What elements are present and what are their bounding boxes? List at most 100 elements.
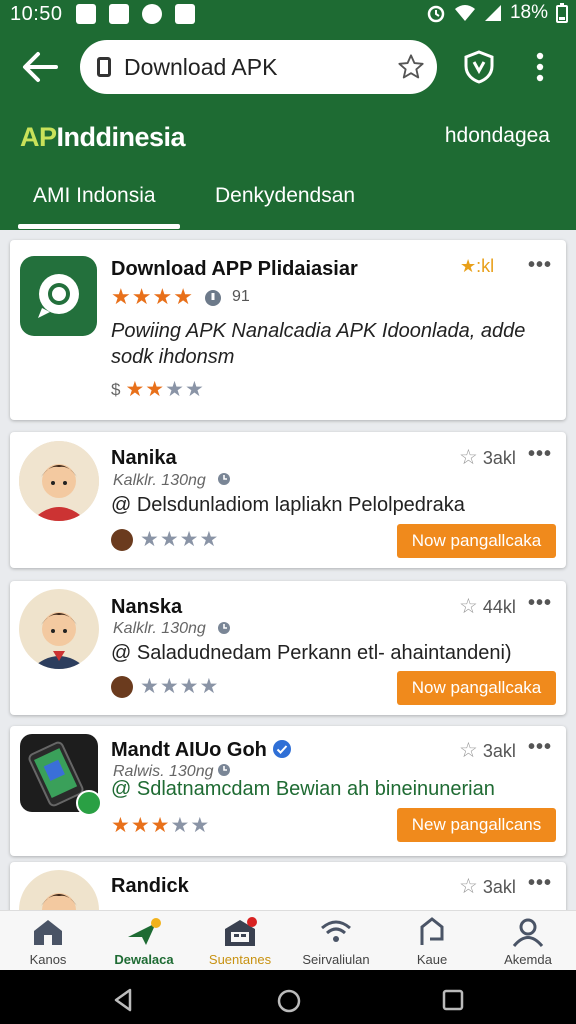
address-text[interactable]: Download APK xyxy=(124,54,397,81)
nav-dewalaca[interactable]: Dewalaca xyxy=(96,911,192,971)
alarm-icon xyxy=(427,5,445,23)
item-title[interactable]: Nanska xyxy=(111,596,182,619)
nav-label: Kaue xyxy=(416,952,448,967)
nav-kaue[interactable]: Kaue xyxy=(384,911,480,971)
user-avatar-small xyxy=(111,676,133,698)
tab-ami-indonsia[interactable]: AMI Indonsia xyxy=(33,184,156,208)
verified-check-icon xyxy=(273,740,292,758)
tag-icon xyxy=(420,917,444,945)
store-icon xyxy=(225,917,257,946)
brand-title: APInddinesia xyxy=(20,122,186,153)
header-link[interactable]: hdondagea xyxy=(445,124,550,148)
info-icon xyxy=(205,290,221,306)
system-navigation-bar xyxy=(0,970,576,1024)
app-icon xyxy=(20,256,97,336)
install-button[interactable]: New pangallcans xyxy=(397,808,556,842)
active-tab-indicator xyxy=(18,224,180,229)
avatar xyxy=(19,589,99,669)
system-recents-icon[interactable] xyxy=(442,989,464,1011)
nav-akemda[interactable]: Akemda xyxy=(480,911,576,971)
item-rating-top: ☆ 3akl xyxy=(459,875,516,898)
nav-label: Dewalaca xyxy=(114,952,174,967)
list-item[interactable]: Mandt AIUo Goh Ralwis. 130ng @ Sdlatnamc… xyxy=(10,726,566,856)
bottom-navigation: Kanos Dewalaca Suentanes Seirvaliulan Ka… xyxy=(0,910,576,971)
rating-label: 3akl xyxy=(482,448,516,468)
user-avatar-small xyxy=(111,529,133,551)
system-back-icon[interactable] xyxy=(112,988,134,1012)
message-icon xyxy=(108,4,129,24)
nav-label: Seirvaliulan xyxy=(302,952,370,967)
top-rating: ★:kl xyxy=(460,256,494,277)
item-rating: ★ ★ ★ ★ xyxy=(111,529,218,551)
item-rating-top: ☆ 3akl xyxy=(459,446,516,469)
rating-label: 3akl xyxy=(482,877,516,897)
item-description: @ Saladudnedam Perkann etl- ahaintandeni… xyxy=(111,642,512,664)
status-right: 18% xyxy=(426,2,568,24)
nav-home[interactable]: Kanos xyxy=(0,911,96,971)
overflow-dots-icon[interactable]: ••• xyxy=(528,736,552,759)
account-icon xyxy=(512,918,544,947)
item-title[interactable]: Nanika xyxy=(111,447,177,470)
status-time: 10:50 xyxy=(10,2,63,25)
item-rating-top: ☆ 3akl xyxy=(459,739,516,762)
avatar xyxy=(19,441,99,521)
rating-stars: ★ ★ ★ ★ xyxy=(111,284,193,309)
verified-badge-icon xyxy=(76,790,102,816)
list-item[interactable]: Nanika Kalklr. 130ng @ Delsdunladiom lap… xyxy=(10,432,566,568)
media-icon xyxy=(141,4,162,24)
item-description: @ Delsdunladiom lapliakn Pelolpedraka xyxy=(111,494,465,516)
nav-label: Kanos xyxy=(29,952,67,967)
bookmark-star-icon[interactable] xyxy=(397,53,425,81)
clock-icon xyxy=(218,473,230,485)
item-title[interactable]: Mandt AIUo Goh xyxy=(111,739,292,762)
more-menu-icon[interactable] xyxy=(532,52,548,82)
install-button[interactable]: Now pangallcaka xyxy=(397,524,556,558)
overflow-dots-icon[interactable]: ••• xyxy=(528,592,552,615)
shield-icon[interactable] xyxy=(463,50,495,84)
nav-label: Suentanes xyxy=(208,952,272,967)
overflow-dots-icon[interactable]: ••• xyxy=(528,872,552,895)
rating-label: 44kl xyxy=(482,597,516,617)
app-bar: Download APK APInddinesia hdondagea AMI … xyxy=(0,28,576,230)
nav-label: Akemda xyxy=(504,952,552,967)
item-title[interactable]: Randick xyxy=(111,875,189,898)
battery-percent: 18% xyxy=(509,2,548,23)
back-arrow-icon[interactable] xyxy=(20,50,60,84)
rating-label: 3akl xyxy=(482,741,516,761)
app-description-line1: Powiing APK Nanalcadia APK Idoonlada, ad… xyxy=(111,320,526,342)
home-icon xyxy=(34,920,62,945)
overflow-dots-icon[interactable]: ••• xyxy=(528,254,552,277)
wifi-icon xyxy=(321,920,351,942)
status-bar: 10:50 18% xyxy=(0,0,576,28)
item-rating-top: ☆ 44kl xyxy=(459,595,516,618)
item-description: @ Sdlatnamcdam Bewian ah bineinunerian xyxy=(111,778,495,800)
wifi-signal-icon xyxy=(454,5,475,21)
tab-denkydendsan[interactable]: Denkydendsan xyxy=(215,184,355,208)
tab-bar: AMI Indonsia Denkydendsan xyxy=(0,178,576,230)
rocket-icon xyxy=(128,918,161,945)
list-item[interactable]: Nanska Kalklr. 130ng @ Saladudnedam Perk… xyxy=(10,581,566,715)
clock-icon xyxy=(218,764,230,776)
install-button[interactable]: Now pangallcaka xyxy=(397,671,556,705)
app-title[interactable]: Download APP Plidaiasiar xyxy=(111,258,358,281)
page-icon xyxy=(97,57,111,77)
brand-accent: AP xyxy=(20,122,57,152)
check-icon xyxy=(174,4,195,24)
secondary-rating: $ ★ ★ ★ ★ xyxy=(111,378,204,401)
brand-rest: Inddinesia xyxy=(56,122,186,152)
app-icon xyxy=(20,734,102,816)
notification-icon xyxy=(75,4,96,24)
nav-seirvaliulan[interactable]: Seirvaliulan xyxy=(288,911,384,971)
address-bar[interactable]: Download APK xyxy=(80,40,437,94)
system-home-icon[interactable] xyxy=(276,988,302,1014)
item-rating: ★ ★ ★ ★ ★ xyxy=(111,814,210,837)
battery-icon xyxy=(556,3,568,23)
rating-prefix: $ xyxy=(111,380,121,399)
nav-suentanes[interactable]: Suentanes xyxy=(192,911,288,971)
overflow-dots-icon[interactable]: ••• xyxy=(528,443,552,466)
item-title-text: Mandt AIUo Goh xyxy=(111,739,267,761)
featured-app-card[interactable]: Download APP Plidaiasiar ★ ★ ★ ★ 91 Powiing… xyxy=(10,240,566,420)
rating-count: 91 xyxy=(232,288,250,305)
top-rating-text: ★:kl xyxy=(460,256,495,276)
cell-signal-icon xyxy=(484,5,501,21)
